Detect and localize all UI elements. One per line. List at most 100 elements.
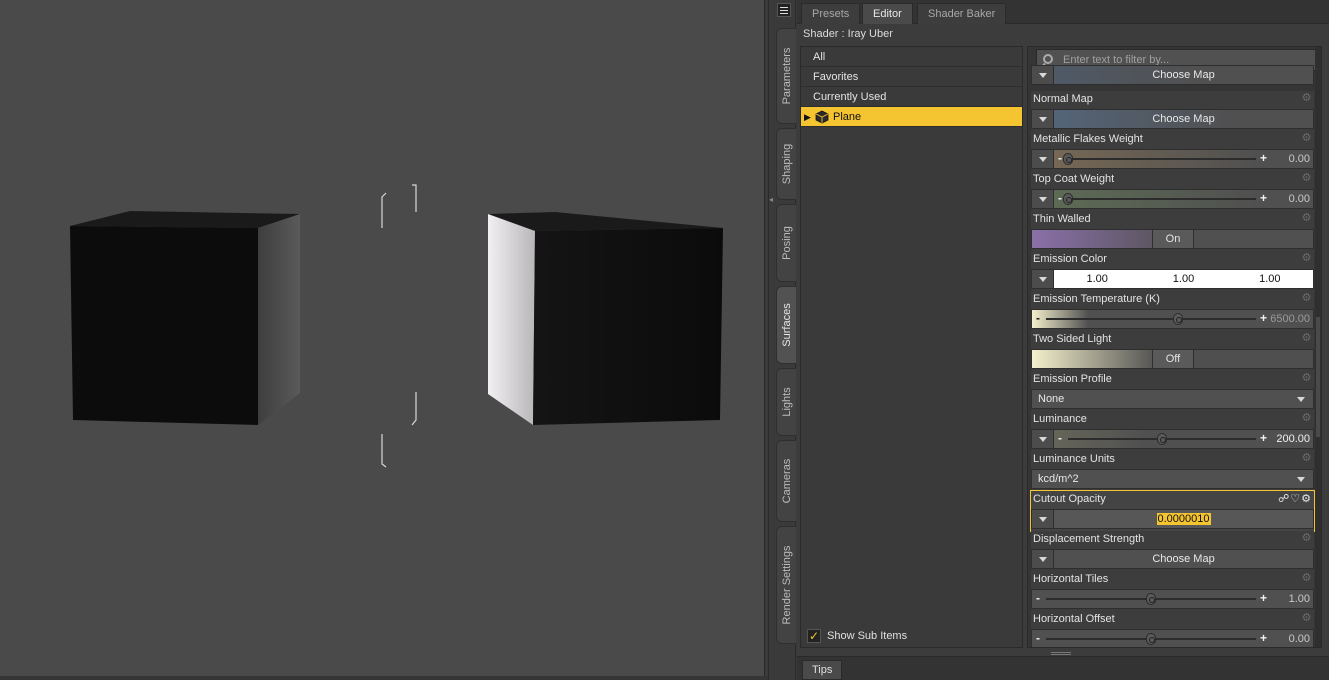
tree-item-plane[interactable]: ▶ Plane [801,107,1022,127]
slider-knob[interactable] [1063,193,1073,205]
tab-shader-baker[interactable]: Shader Baker [917,3,1007,24]
dropdown-arrow-icon[interactable] [1032,510,1054,528]
tree-item-favorites[interactable]: Favorites [801,67,1022,87]
gear-icon[interactable]: ⚙ [1301,293,1312,304]
slider-knob[interactable] [1063,153,1073,165]
slider-value[interactable]: 0.00 [1289,630,1310,647]
tree-item-currently-used[interactable]: Currently Used [801,87,1022,107]
favorite-heart-icon[interactable]: ♡ [1290,493,1301,505]
slider-knob[interactable] [1157,433,1167,445]
slider-value[interactable]: 6500.00 [1270,310,1310,328]
increment-icon[interactable]: + [1260,192,1267,204]
emission-profile-select[interactable]: None [1032,390,1313,408]
gear-icon[interactable]: ⚙ [1301,573,1312,584]
show-sub-items[interactable]: ✓ Show Sub Items [807,629,907,643]
metallic-flakes-slider[interactable]: - + 0.00 [1054,150,1313,168]
tab-editor[interactable]: Editor [862,3,913,24]
slider-value[interactable]: 0.00 [1289,150,1310,168]
toggle-control[interactable]: On [1031,229,1314,249]
dropdown-arrow-icon[interactable] [1032,66,1054,84]
decrement-icon[interactable]: - [1036,312,1040,324]
top-coat-slider[interactable]: - + 0.00 [1054,190,1313,208]
luminance-slider[interactable]: - + 200.00 [1054,430,1313,448]
prop-luminance: Luminance ⚙ - + 200.00 [1031,411,1314,451]
resize-grip-icon[interactable] [1051,652,1071,655]
slider-knob[interactable] [1146,593,1156,605]
gear-icon[interactable]: ⚙ [1301,493,1312,505]
tab-parameters[interactable]: Parameters [776,28,796,124]
emission-temperature-slider[interactable]: - + 6500.00 [1032,310,1313,328]
slider-value[interactable]: 0.00 [1289,190,1310,208]
increment-icon[interactable]: + [1260,592,1267,604]
color-b[interactable]: 1.00 [1227,270,1313,288]
decrement-icon[interactable]: - [1058,152,1062,164]
decrement-icon[interactable]: - [1036,592,1040,604]
slider-knob[interactable] [1146,633,1156,645]
tab-presets[interactable]: Presets [801,3,861,24]
gear-icon[interactable]: ⚙ [1301,133,1312,144]
gear-icon[interactable]: ⚙ [1301,93,1312,104]
gear-icon[interactable]: ⚙ [1301,533,1312,544]
collapse-arrow-icon[interactable]: ◂ [769,195,775,204]
luminance-units-select[interactable]: kcd/m^2 [1032,470,1313,488]
increment-icon[interactable]: + [1260,632,1267,644]
horizontal-offset-slider[interactable]: - + 0.00 [1032,630,1313,647]
select-control[interactable]: kcd/m^2 [1031,469,1314,489]
link-icon[interactable]: ☍ [1278,493,1290,505]
gear-icon[interactable]: ⚙ [1301,613,1312,624]
gear-icon[interactable]: ⚙ [1301,373,1312,384]
slider-value[interactable]: 200.00 [1276,430,1310,448]
increment-icon[interactable]: + [1260,152,1267,164]
toggle-control[interactable]: Off [1031,349,1314,369]
choose-map-button[interactable]: Choose Map [1054,66,1313,84]
tab-render-settings[interactable]: Render Settings [776,526,796,644]
dropdown-arrow-icon[interactable] [1032,430,1054,448]
horizontal-tiles-slider[interactable]: - + 1.00 [1032,590,1313,608]
right-cube[interactable] [488,212,723,425]
choose-map-button[interactable]: Choose Map [1054,550,1313,568]
decrement-icon[interactable]: - [1036,632,1040,644]
decrement-icon[interactable]: - [1058,432,1062,444]
dropdown-arrow-icon[interactable] [1032,150,1054,168]
toggle-value[interactable]: Off [1152,350,1194,368]
toggle-value[interactable]: On [1152,230,1194,248]
show-sub-items-checkbox[interactable]: ✓ [807,629,821,643]
property-scrollbar[interactable] [1315,47,1321,647]
dropdown-arrow-icon[interactable] [1032,110,1054,128]
dropdown-arrow-icon[interactable] [1032,190,1054,208]
slider-value[interactable]: 1.00 [1289,590,1310,608]
tab-lights[interactable]: Lights [776,368,796,436]
expand-arrow-icon[interactable]: ▶ [804,107,811,127]
tab-surfaces[interactable]: Surfaces [776,286,796,364]
input-value[interactable]: 0.0000010 [1156,513,1211,525]
increment-icon[interactable]: + [1260,312,1267,324]
gear-icon[interactable]: ⚙ [1301,333,1312,344]
tab-posing[interactable]: Posing [776,204,796,282]
gear-icon[interactable]: ⚙ [1301,213,1312,224]
tab-tips[interactable]: Tips [802,660,843,680]
slider-knob[interactable] [1173,313,1184,325]
color-g[interactable]: 1.00 [1140,270,1226,288]
choose-map-button[interactable]: Choose Map [1054,110,1313,128]
gear-icon[interactable]: ⚙ [1301,253,1312,264]
gear-icon[interactable]: ⚙ [1301,173,1312,184]
gear-icon[interactable]: ⚙ [1301,413,1312,424]
color-r[interactable]: 1.00 [1054,270,1140,288]
gear-icon[interactable]: ⚙ [1301,453,1312,464]
map-control: Choose Map [1031,109,1314,129]
tab-shaping[interactable]: Shaping [776,128,796,200]
viewport[interactable] [0,0,765,676]
decrement-icon[interactable]: - [1058,192,1062,204]
pane-menu-icon[interactable] [777,3,791,17]
select-control[interactable]: None [1031,389,1314,409]
tree-item-all[interactable]: All [801,47,1022,67]
tab-cameras[interactable]: Cameras [776,440,796,522]
prop-label: Cutout Opacity [1033,493,1106,505]
scrollbar-thumb[interactable] [1316,317,1320,437]
dropdown-arrow-icon[interactable] [1032,270,1054,288]
increment-icon[interactable]: + [1260,432,1267,444]
dropdown-arrow-icon[interactable] [1032,550,1054,568]
color-values[interactable]: 1.00 1.00 1.00 [1054,270,1313,288]
left-cube[interactable] [70,211,300,425]
cutout-opacity-input[interactable]: 0.0000010 [1054,510,1313,528]
